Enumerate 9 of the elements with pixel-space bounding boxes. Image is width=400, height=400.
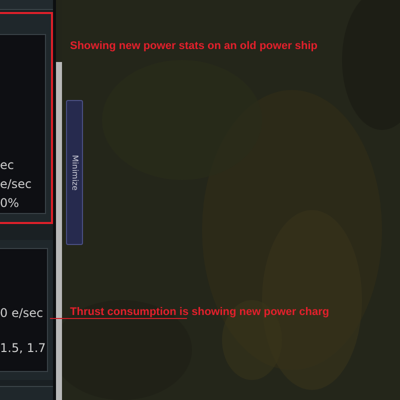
minimize-button[interactable]: Minimize <box>66 100 83 245</box>
annotation-text: Showing new power stats on an old power ship <box>70 39 318 54</box>
stat-text: 1.5, 1.7 <box>0 340 47 357</box>
scrollbar[interactable] <box>56 62 62 400</box>
stat-text: 0% <box>0 195 20 212</box>
stat-text: e/sec <box>0 176 33 193</box>
stat-text: 0 e/sec <box>0 305 44 322</box>
annotation-text: Thrust consumption is showing new power charg <box>70 305 330 320</box>
stat-text: ec <box>0 157 15 174</box>
